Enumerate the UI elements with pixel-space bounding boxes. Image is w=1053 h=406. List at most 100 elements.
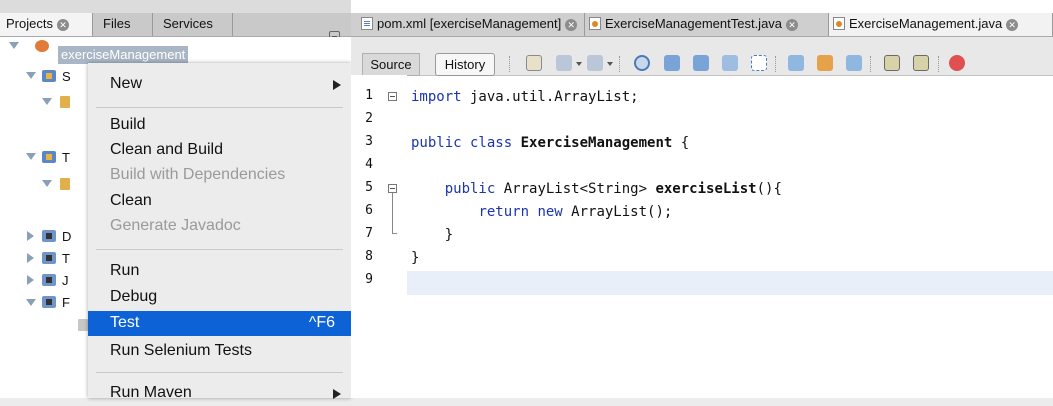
xml-file-icon xyxy=(361,17,373,30)
tree-node-label: T xyxy=(62,251,70,266)
fold-guide-end xyxy=(392,233,397,234)
history-button[interactable]: History xyxy=(435,53,495,76)
line-number: 6 xyxy=(365,203,373,218)
toggle-rect-selection-icon[interactable] xyxy=(751,55,767,71)
code-line: } xyxy=(411,246,419,270)
close-icon[interactable]: ✕ xyxy=(565,18,578,31)
menu-item-generate-javadoc: Generate Javadoc xyxy=(88,214,351,239)
menu-item-run-maven[interactable]: Run Maven xyxy=(88,381,351,406)
folder-icon xyxy=(60,178,70,190)
menu-separator xyxy=(96,107,343,108)
toolbar-separator xyxy=(509,56,511,72)
tree-node-label: S xyxy=(62,69,71,84)
expand-triangle-icon[interactable] xyxy=(9,42,19,49)
code-editor[interactable]: import java.util.ArrayList; public class… xyxy=(407,75,1053,398)
code-line: public class ExerciseManagement { xyxy=(411,131,689,155)
menu-item-clean[interactable]: Clean xyxy=(88,189,351,214)
tab-services[interactable]: Services xyxy=(153,13,233,36)
toolbar-separator xyxy=(938,56,940,72)
shift-right-icon[interactable] xyxy=(913,55,929,71)
keyword: public class xyxy=(411,135,513,151)
fold-toggle-icon[interactable] xyxy=(388,92,397,101)
shift-left-icon[interactable] xyxy=(884,55,900,71)
line-number: 7 xyxy=(365,226,373,241)
collapse-triangle-icon[interactable] xyxy=(27,253,34,263)
expand-triangle-icon[interactable] xyxy=(26,153,36,160)
next-bookmark-icon[interactable] xyxy=(817,55,833,71)
line-number: 2 xyxy=(365,111,373,126)
line-number: 3 xyxy=(365,134,373,149)
expand-triangle-icon[interactable] xyxy=(26,299,36,306)
fold-toggle-icon[interactable] xyxy=(388,184,397,193)
menu-item-label: Generate Javadoc xyxy=(110,217,241,234)
menu-item-label: Run Maven xyxy=(110,384,192,401)
folder-icon xyxy=(60,96,70,108)
keyword: public xyxy=(444,181,496,197)
menu-separator xyxy=(96,372,343,373)
menu-item-test[interactable]: Test ^F6 xyxy=(88,311,351,336)
toggle-highlight-icon[interactable] xyxy=(722,55,738,71)
project-name[interactable]: exerciseManagement xyxy=(58,46,189,64)
expand-triangle-icon[interactable] xyxy=(26,72,36,79)
project-files-icon xyxy=(42,296,56,308)
menu-item-build[interactable]: Build xyxy=(88,113,351,138)
menu-item-new[interactable]: New xyxy=(88,72,351,97)
tree-node-label: D xyxy=(62,229,72,244)
tab-pom-xml[interactable]: pom.xml [exerciseManagement] ✕ xyxy=(357,13,585,36)
expand-triangle-icon[interactable] xyxy=(42,98,52,105)
prev-edit-icon[interactable] xyxy=(556,55,572,71)
toolbar-separator xyxy=(619,56,621,72)
menu-item-label: Clean xyxy=(110,192,152,209)
menu-item-run[interactable]: Run xyxy=(88,259,351,284)
tab-files-label: Files xyxy=(103,16,131,31)
collapse-triangle-icon[interactable] xyxy=(27,231,34,241)
menu-item-run-selenium-tests[interactable]: Run Selenium Tests xyxy=(88,339,351,364)
method-name: exerciseList xyxy=(655,181,757,197)
submenu-arrow-icon xyxy=(333,80,341,90)
context-menu: New Build Clean and Build Build with Dep… xyxy=(88,63,351,401)
expand-triangle-icon[interactable] xyxy=(42,180,52,187)
toggle-bookmark-icon[interactable] xyxy=(846,55,862,71)
keyword: import xyxy=(411,89,462,105)
dependencies-icon xyxy=(42,230,56,242)
code-text: } xyxy=(411,250,420,266)
left-tab-bar: Projects ✕ Files Services xyxy=(0,13,351,42)
menu-item-label: Build xyxy=(110,116,146,133)
editor-area: pom.xml [exerciseManagement] ✕ ExerciseMa… xyxy=(351,0,1053,398)
find-selection-icon[interactable] xyxy=(634,55,650,71)
tab-projects-label: Projects xyxy=(6,16,53,31)
source-button[interactable]: Source xyxy=(362,53,420,76)
back-icon[interactable] xyxy=(526,55,542,71)
find-next-icon[interactable] xyxy=(693,55,709,71)
menu-item-clean-and-build[interactable]: Clean and Build xyxy=(88,138,351,163)
tab-exercise-management-test[interactable]: ExerciseManagementTest.java ✕ xyxy=(585,13,829,36)
code-line: } xyxy=(411,223,453,247)
close-icon[interactable]: ✕ xyxy=(56,18,69,31)
dropdown-arrow-icon[interactable] xyxy=(576,62,582,66)
menu-item-label: Run Selenium Tests xyxy=(110,342,252,359)
dropdown-arrow-icon[interactable] xyxy=(607,62,613,66)
collapse-triangle-icon[interactable] xyxy=(27,275,34,285)
tree-node-label: T xyxy=(62,150,70,165)
prev-bookmark-icon[interactable] xyxy=(788,55,804,71)
menu-item-label: Debug xyxy=(110,288,158,305)
close-icon[interactable]: ✕ xyxy=(786,18,799,31)
menu-item-label: New xyxy=(110,75,143,92)
line-number-gutter: 1 2 3 4 5 6 7 8 9 xyxy=(351,75,407,398)
tab-projects[interactable]: Projects ✕ xyxy=(0,13,93,36)
tab-files[interactable]: Files xyxy=(93,13,153,36)
find-prev-icon[interactable] xyxy=(664,55,680,71)
editor-tab-label: ExerciseManagement.java xyxy=(849,16,1003,31)
tab-exercise-management[interactable]: ExerciseManagement.java ✕ xyxy=(829,13,1053,36)
class-name: ExerciseManagement xyxy=(520,135,673,151)
code-line: import java.util.ArrayList; xyxy=(411,85,639,109)
next-edit-icon[interactable] xyxy=(587,55,603,71)
menu-item-label: Build with Dependencies xyxy=(110,166,286,183)
close-icon[interactable]: ✕ xyxy=(1006,18,1019,31)
start-macro-icon[interactable] xyxy=(949,55,965,71)
toolbar-separator xyxy=(775,56,777,72)
menu-item-shortcut: ^F6 xyxy=(308,314,335,331)
menu-item-debug[interactable]: Debug xyxy=(88,285,351,310)
menu-item-label: Test xyxy=(110,314,140,331)
code-line: return new ArrayList(); xyxy=(411,200,672,224)
